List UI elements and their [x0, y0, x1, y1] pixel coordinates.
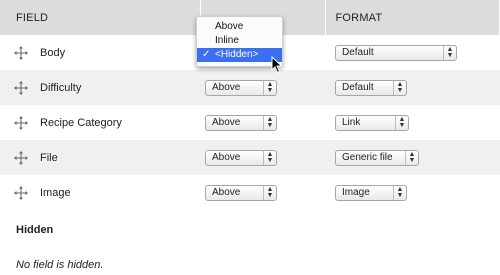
label-select-value: Above [212, 151, 241, 163]
label-select[interactable]: Above ▲ ▼ [205, 184, 277, 201]
up-down-arrows-icon: ▲ ▼ [263, 80, 276, 95]
label-select[interactable]: Above ▲ ▼ [205, 114, 277, 131]
drag-handle-icon[interactable] [14, 45, 28, 60]
up-down-arrows-icon: ▲ ▼ [263, 115, 276, 130]
format-select[interactable]: Image ▲ ▼ [335, 184, 407, 201]
drag-handle-icon[interactable] [14, 80, 28, 95]
format-cell: Default ▲ ▼ [325, 70, 500, 105]
up-down-arrows-icon: ▲ ▼ [405, 150, 418, 165]
drag-handle-icon[interactable] [14, 185, 28, 200]
field-name: Recipe Category [40, 116, 122, 129]
label-cell: Above ▲ ▼ [200, 70, 325, 105]
field-cell: File [0, 140, 200, 175]
table-row: Recipe Category Above ▲ ▼ Link ▲ ▼ [0, 105, 500, 140]
format-select[interactable]: Link ▲ ▼ [335, 114, 409, 131]
field-name: Body [40, 46, 66, 59]
up-down-arrows-icon: ▲ ▼ [263, 185, 276, 200]
label-dropdown-menu: Above Inline ✓ <Hidden> [196, 16, 283, 67]
field-cell: Image [0, 175, 200, 210]
hidden-section-note: No field is hidden. [16, 259, 104, 271]
up-down-arrows-icon: ▲ ▼ [443, 45, 456, 60]
format-select-value: Default [342, 46, 374, 58]
field-column-header: FIELD [0, 0, 201, 35]
dropdown-option-hidden[interactable]: ✓ <Hidden> [197, 48, 282, 62]
label-select-value: Above [212, 81, 241, 93]
format-cell: Link ▲ ▼ [325, 105, 500, 140]
table-row: File Above ▲ ▼ Generic file ▲ ▼ [0, 140, 500, 175]
format-select-value: Generic file [342, 151, 393, 163]
label-select-value: Above [212, 186, 241, 198]
table-row: Difficulty Above ▲ ▼ Default ▲ ▼ [0, 70, 500, 105]
field-name: Image [40, 186, 71, 199]
format-select[interactable]: Generic file ▲ ▼ [335, 149, 419, 166]
up-down-arrows-icon: ▲ ▼ [393, 185, 406, 200]
format-cell: Generic file ▲ ▼ [325, 140, 500, 175]
format-select-value: Default [342, 81, 374, 93]
up-down-arrows-icon: ▲ ▼ [395, 115, 408, 130]
checkmark-icon: ✓ [202, 49, 211, 60]
label-cell: Above ▲ ▼ [200, 105, 325, 140]
field-name: Difficulty [40, 81, 82, 94]
format-column-header: FORMAT [325, 0, 500, 35]
hidden-section-title: Hidden [16, 224, 54, 236]
drag-handle-icon[interactable] [14, 115, 28, 130]
dropdown-option-above[interactable]: Above [197, 20, 282, 34]
label-select-value: Above [212, 116, 241, 128]
format-cell: Default ▲ ▼ [325, 35, 500, 70]
format-select[interactable]: Default ▲ ▼ [335, 44, 457, 61]
format-select-value: Image [342, 186, 370, 198]
field-cell: Difficulty [0, 70, 200, 105]
dropdown-option-hidden-label: <Hidden> [215, 49, 259, 60]
label-cell: Above ▲ ▼ [200, 175, 325, 210]
field-cell: Recipe Category [0, 105, 200, 140]
label-select[interactable]: Above ▲ ▼ [205, 149, 277, 166]
format-select[interactable]: Default ▲ ▼ [335, 79, 407, 96]
mouse-pointer-icon [271, 56, 283, 74]
dropdown-option-inline[interactable]: Inline [197, 34, 282, 48]
label-cell: Above ▲ ▼ [200, 140, 325, 175]
up-down-arrows-icon: ▲ ▼ [263, 150, 276, 165]
label-select[interactable]: Above ▲ ▼ [205, 79, 277, 96]
format-cell: Image ▲ ▼ [325, 175, 500, 210]
field-cell: Body [0, 35, 200, 70]
field-name: File [40, 151, 58, 164]
table-row: Image Above ▲ ▼ Image ▲ ▼ [0, 175, 500, 210]
up-down-arrows-icon: ▲ ▼ [393, 80, 406, 95]
drag-handle-icon[interactable] [14, 150, 28, 165]
format-select-value: Link [342, 116, 361, 128]
